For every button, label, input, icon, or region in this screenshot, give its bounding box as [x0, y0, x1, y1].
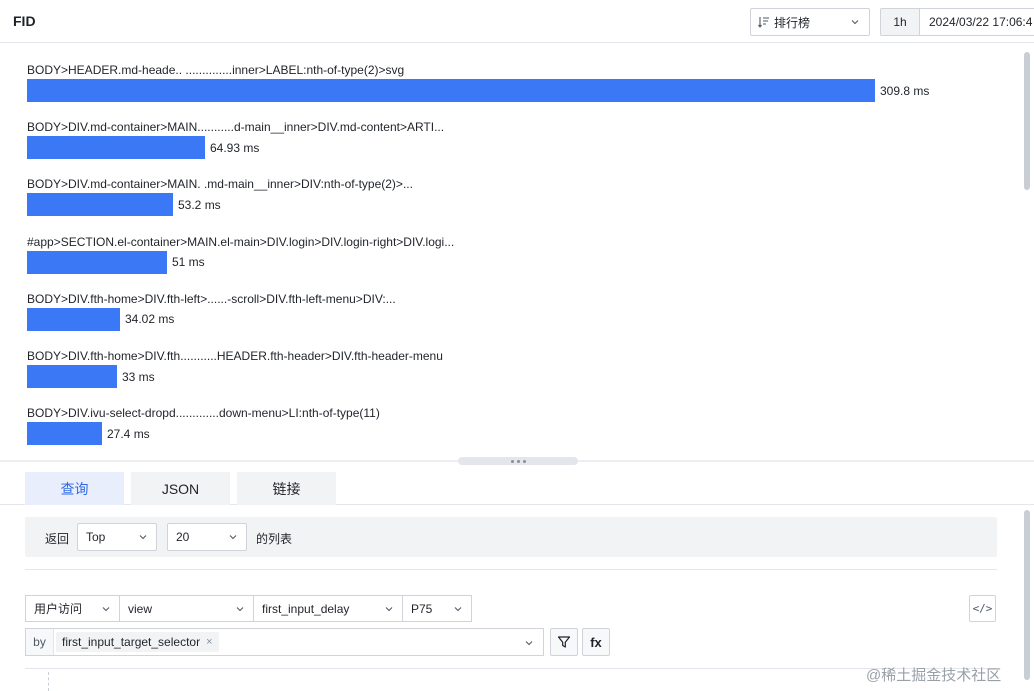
watermark: @稀土掘金技术社区	[866, 667, 1002, 684]
chevron-down-icon	[385, 607, 393, 612]
bar-item[interactable]: BODY>HEADER.md-heade.. ..............inn…	[27, 63, 987, 102]
bar-value-label: 309.8 ms	[880, 83, 930, 98]
bar-value-label: 64.93 ms	[210, 140, 260, 155]
bar-category-label: BODY>DIV.fth-home>DIV.fth...........HEAD…	[27, 349, 443, 363]
metric-select[interactable]: first_input_delay	[253, 595, 403, 622]
filter-button[interactable]	[550, 628, 578, 656]
bar[interactable]	[27, 193, 173, 217]
bar-item[interactable]: BODY>DIV.ivu-select-dropd.............do…	[27, 406, 987, 446]
aggregation-value: P75	[411, 601, 433, 616]
editor-tabs: 查询 JSON 链接	[0, 462, 1034, 505]
bar[interactable]	[27, 136, 205, 160]
chevron-down-icon	[102, 607, 110, 612]
bar-item[interactable]: #app>SECTION.el-container>MAIN.el-main>D…	[27, 235, 987, 274]
fx-icon: fx	[590, 634, 602, 650]
order-select[interactable]: Top	[77, 523, 157, 551]
chevron-down-icon	[139, 535, 147, 540]
chevron-down-icon	[236, 607, 244, 612]
list-suffix-label: 的列表	[256, 532, 293, 546]
category-value: 用户访问	[34, 602, 83, 616]
limit-select[interactable]: 20	[167, 523, 247, 551]
section-divider	[25, 668, 997, 669]
return-label: 返回	[45, 532, 70, 546]
bar-category-label: BODY>DIV.fth-home>DIV.fth-left>......-sc…	[27, 291, 396, 306]
code-view-button[interactable]: </>	[969, 595, 996, 622]
time-range-button[interactable]: 1h	[880, 8, 920, 36]
bar[interactable]	[27, 250, 167, 274]
guide-line	[48, 672, 49, 691]
bar-category-label: BODY>DIV.md-container>MAIN...........d-m…	[27, 120, 445, 135]
bar-value-label: 51 ms	[172, 255, 205, 270]
group-by-input[interactable]: by first_input_target_selector ×	[25, 628, 544, 656]
chevron-down-icon	[851, 20, 859, 25]
bar[interactable]	[27, 365, 117, 388]
bar-item[interactable]: BODY>DIV.fth-home>DIV.fth-left>......-sc…	[27, 292, 987, 331]
order-value: Top	[86, 530, 106, 544]
bar-category-label: BODY>DIV.md-container>MAIN. .md-main__in…	[27, 177, 413, 192]
date-time-field[interactable]: 2024/03/22 17:06:4	[919, 8, 1034, 36]
group-by-label: by	[26, 629, 54, 655]
bar-category-label: #app>SECTION.el-container>MAIN.el-main>D…	[27, 234, 455, 249]
bar[interactable]	[27, 422, 102, 446]
chart-scrollbar[interactable]	[1024, 52, 1030, 190]
ranking-bar-chart: BODY>HEADER.md-heade.. ..............inn…	[0, 44, 1020, 458]
sort-icon	[758, 17, 769, 28]
panel-title: FID	[13, 13, 36, 29]
chevron-down-icon	[525, 641, 533, 646]
category-select[interactable]: 用户访问	[25, 595, 120, 622]
tab-link[interactable]: 链接	[237, 472, 336, 505]
chevron-down-icon	[454, 607, 462, 612]
formula-button[interactable]: fx	[582, 628, 610, 656]
group-by-tag-label: first_input_target_selector	[62, 635, 201, 649]
bar-category-label: BODY>HEADER.md-heade.. ..............inn…	[27, 63, 405, 77]
panel-header: FID 排行榜 1h 2024/03/22 17:06:4	[0, 0, 1034, 43]
group-by-tag: first_input_target_selector ×	[56, 632, 219, 652]
editor-scrollbar[interactable]	[1024, 510, 1030, 680]
event-value: view	[128, 601, 153, 616]
tab-query[interactable]: 查询	[25, 472, 124, 505]
bar-category-label: BODY>DIV.ivu-select-dropd.............do…	[27, 406, 380, 421]
event-select[interactable]: view	[119, 595, 254, 622]
bar-value-label: 34.02 ms	[125, 312, 175, 327]
bar-value-label: 27.4 ms	[107, 426, 150, 441]
bar[interactable]	[27, 79, 875, 102]
section-divider	[25, 569, 997, 570]
bar-value-label: 53.2 ms	[178, 197, 221, 212]
tag-close-icon[interactable]: ×	[206, 636, 212, 648]
metric-value: first_input_delay	[262, 601, 350, 616]
limit-value: 20	[176, 530, 190, 544]
bar[interactable]	[27, 307, 120, 331]
aggregation-select[interactable]: P75	[402, 595, 472, 622]
bar-item[interactable]: BODY>DIV.fth-home>DIV.fth...........HEAD…	[27, 349, 987, 388]
bar-item[interactable]: BODY>DIV.md-container>MAIN. .md-main__in…	[27, 177, 987, 217]
filter-icon	[557, 636, 571, 648]
tab-json[interactable]: JSON	[131, 472, 230, 505]
return-settings-row: 返回 Top 20 的列表	[25, 517, 997, 557]
chevron-down-icon	[229, 535, 237, 540]
code-icon: </>	[972, 602, 993, 615]
bar-item[interactable]: BODY>DIV.md-container>MAIN...........d-m…	[27, 120, 987, 160]
sort-mode-label: 排行榜	[774, 15, 811, 30]
bar-value-label: 33 ms	[122, 369, 155, 384]
sort-mode-select[interactable]: 排行榜	[750, 8, 870, 36]
